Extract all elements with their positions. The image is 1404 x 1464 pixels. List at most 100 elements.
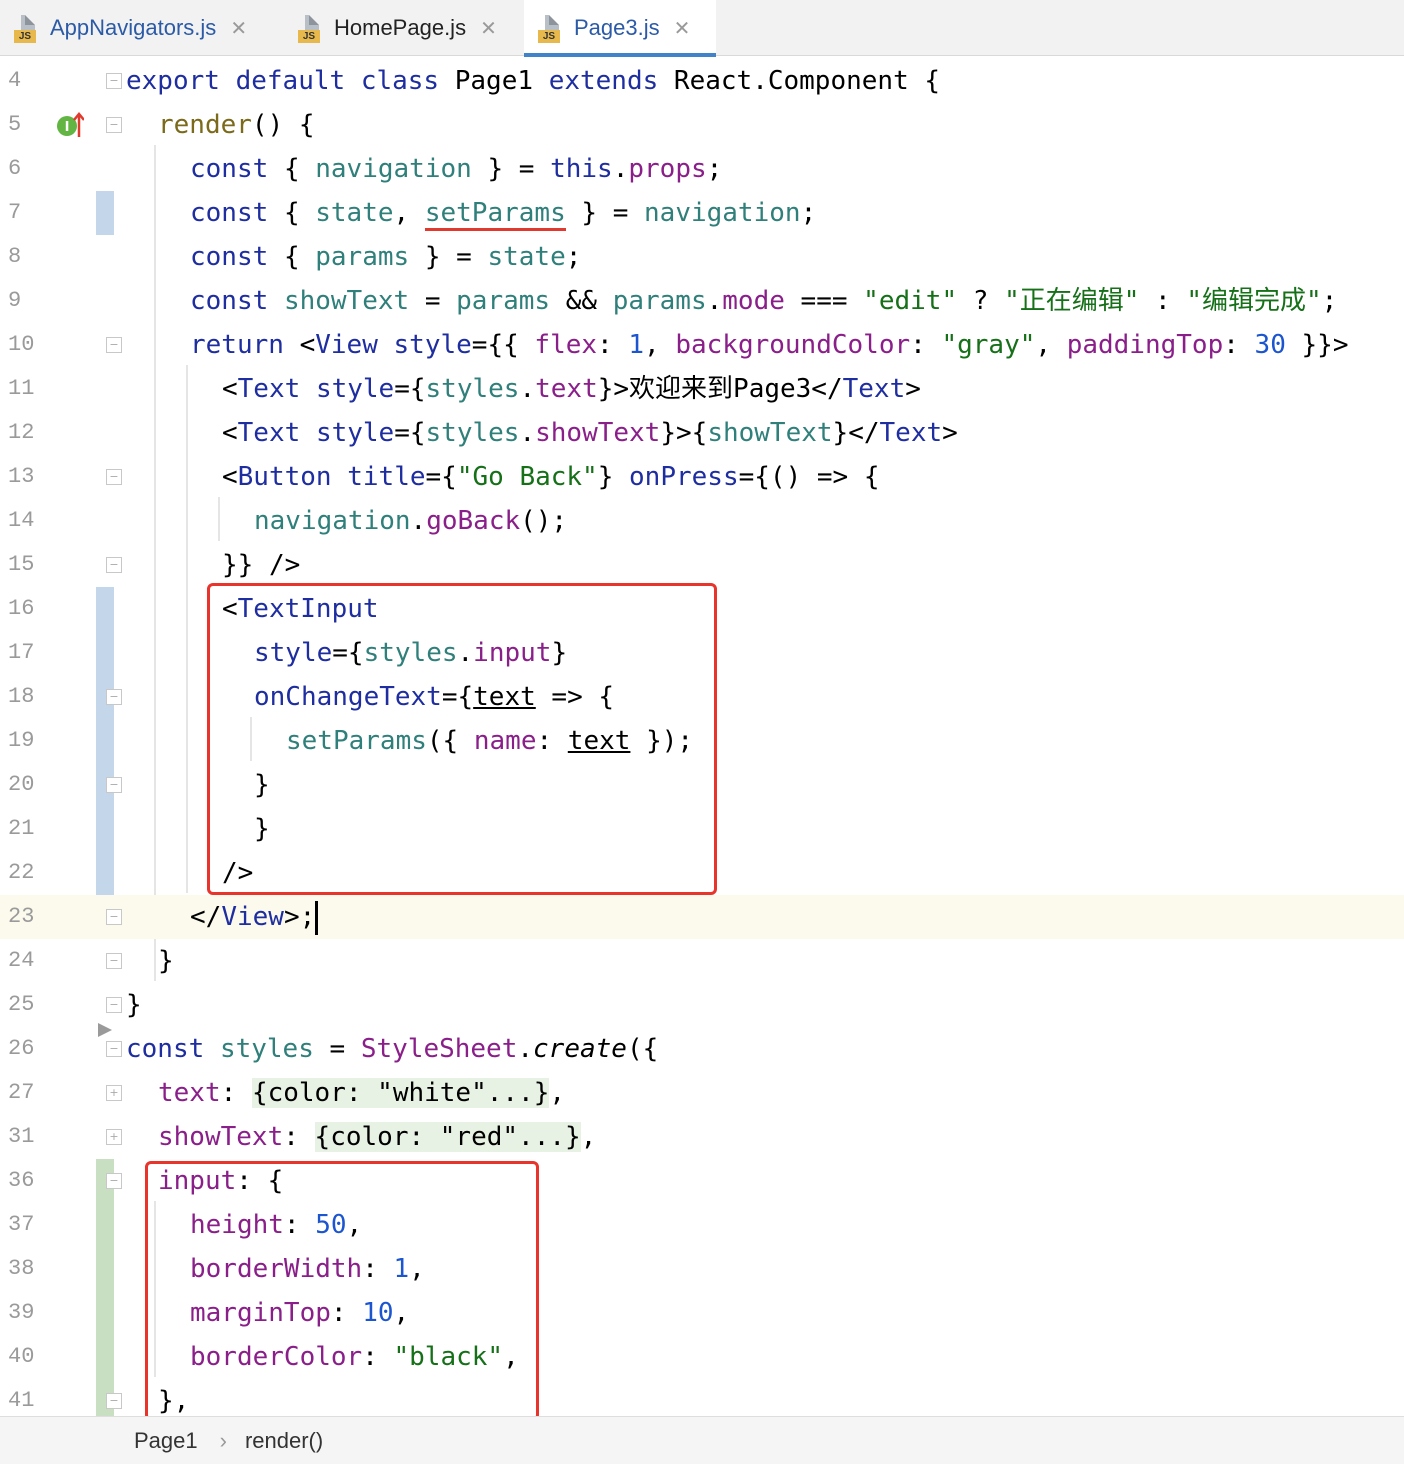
code-text: const { params } = state; — [190, 242, 582, 272]
tab-label: HomePage.js — [334, 15, 467, 40]
code-text: const { state, setParams } = navigation; — [190, 191, 816, 235]
code-text: /> — [222, 858, 254, 888]
line-number: 13 — [8, 464, 35, 489]
fold-icon[interactable]: − — [106, 73, 122, 89]
added-marker[interactable] — [96, 1335, 114, 1379]
fold-icon[interactable]: − — [106, 689, 122, 705]
modified-marker[interactable] — [96, 851, 114, 895]
code-text: showText: {color: "red"...}, — [158, 1122, 597, 1152]
code-text: const showText = params && params.mode =… — [190, 286, 1338, 316]
line-number: 22 — [8, 860, 35, 885]
code-line: 12 <Text style={styles.showText}>{showTe… — [0, 411, 1404, 455]
line-number: 19 — [8, 728, 35, 753]
code-line: 14 navigation.goBack(); — [0, 499, 1404, 543]
folded-region[interactable]: {color: "white"...} — [251, 1078, 550, 1108]
line-number: 27 — [8, 1080, 35, 1105]
code-line: 36 − input: { — [0, 1159, 1404, 1203]
line-number: 36 — [8, 1168, 35, 1193]
close-icon[interactable]: ✕ — [674, 16, 691, 41]
tab-label: Page3.js — [574, 15, 660, 40]
chevron-right-icon: › — [219, 1427, 227, 1453]
folded-region[interactable]: {color: "red"...} — [314, 1122, 581, 1152]
line-number: 37 — [8, 1212, 35, 1237]
tab-page3[interactable]: JS Page3.js ✕ — [524, 0, 716, 57]
code-text: } — [254, 770, 270, 800]
line-number: 39 — [8, 1300, 35, 1325]
code-text: input: { — [158, 1166, 284, 1196]
fold-end-icon[interactable]: − — [106, 777, 122, 793]
code-text: <Text style={styles.showText}>{showText}… — [222, 418, 958, 448]
code-line: 16 <TextInput — [0, 587, 1404, 631]
code-text: const styles = StyleSheet.create({ — [126, 1034, 659, 1064]
code-line: 38 borderWidth: 1, — [0, 1247, 1404, 1291]
code-text: export default class Page1 extends React… — [126, 66, 941, 96]
editor-tab-bar: JS AppNavigators.js ✕ JS HomePage.js ✕ J… — [0, 0, 1404, 57]
line-number: 14 — [8, 508, 35, 533]
line-number: 15 — [8, 552, 35, 577]
implements-method-icon[interactable]: I — [56, 111, 84, 139]
code-line: 20 − } — [0, 763, 1404, 807]
modified-marker[interactable] — [96, 631, 114, 675]
line-number: 5 — [8, 112, 22, 137]
modified-marker[interactable] — [96, 587, 114, 631]
line-number: 38 — [8, 1256, 35, 1281]
code-line: 18 − onChangeText={text => { — [0, 675, 1404, 719]
code-line: 4 − export default class Page1 extends R… — [0, 59, 1404, 103]
code-text: setParams({ name: text }); — [286, 726, 694, 756]
code-line: 8 const { params } = state; — [0, 235, 1404, 279]
code-text: borderWidth: 1, — [190, 1254, 425, 1284]
js-file-icon: JS — [538, 13, 564, 43]
code-line: 6 const { navigation } = this.props; — [0, 147, 1404, 191]
tab-label: AppNavigators.js — [50, 15, 217, 40]
tab-appnavigators[interactable]: JS AppNavigators.js ✕ — [14, 0, 290, 56]
code-line: 9 const showText = params && params.mode… — [0, 279, 1404, 323]
fold-end-icon[interactable]: − — [106, 909, 122, 925]
fold-icon[interactable]: − — [106, 1173, 122, 1189]
code-text: } — [158, 946, 174, 976]
code-line: 13 − <Button title={"Go Back"} onPress={… — [0, 455, 1404, 499]
added-marker[interactable] — [96, 1203, 114, 1247]
expand-icon[interactable]: + — [106, 1129, 122, 1145]
fold-end-icon[interactable]: − — [106, 953, 122, 969]
line-number: 21 — [8, 816, 35, 841]
code-text: const { navigation } = this.props; — [190, 154, 723, 184]
modified-marker[interactable] — [96, 191, 114, 235]
modified-marker[interactable] — [96, 807, 114, 851]
code-text: marginTop: 10, — [190, 1298, 410, 1328]
close-icon[interactable]: ✕ — [480, 16, 497, 41]
code-line: 26 − const styles = StyleSheet.create({ — [0, 1023, 1404, 1071]
close-icon[interactable]: ✕ — [230, 16, 247, 41]
text-cursor — [315, 900, 319, 935]
js-file-icon: JS — [14, 13, 40, 43]
line-number: 9 — [8, 288, 22, 313]
fold-end-icon[interactable]: − — [106, 997, 122, 1013]
line-number: 25 — [8, 992, 35, 1017]
line-number: 7 — [8, 200, 22, 225]
collapse-arrow-icon[interactable] — [96, 1021, 114, 1039]
breadcrumb-item-render[interactable]: render() — [245, 1428, 323, 1454]
fold-icon[interactable]: − — [106, 1041, 122, 1057]
code-text: render() { — [158, 110, 315, 140]
code-text: return <View style={{ flex: 1, backgroun… — [190, 330, 1349, 360]
code-editor[interactable]: 4 − export default class Page1 extends R… — [0, 57, 1404, 1423]
line-number: 17 — [8, 640, 35, 665]
fold-end-icon[interactable]: − — [106, 1393, 122, 1409]
breadcrumb-item-page1[interactable]: Page1 — [134, 1428, 198, 1454]
code-text: </View>; — [190, 895, 319, 939]
code-text: }} /> — [222, 550, 301, 580]
fold-icon[interactable]: − — [106, 117, 122, 133]
modified-marker[interactable] — [96, 719, 114, 763]
added-marker[interactable] — [96, 1247, 114, 1291]
fold-icon[interactable]: − — [106, 337, 122, 353]
expand-icon[interactable]: + — [106, 1085, 122, 1101]
tab-homepage[interactable]: JS HomePage.js ✕ — [298, 0, 520, 56]
fold-icon[interactable]: − — [106, 469, 122, 485]
line-number: 23 — [8, 904, 35, 929]
code-line: 15 − }} /> — [0, 543, 1404, 587]
code-line: 17 style={styles.input} — [0, 631, 1404, 675]
code-line: 25 − } — [0, 983, 1404, 1027]
breadcrumb: Page1 › render() — [0, 1416, 1404, 1464]
added-marker[interactable] — [96, 1291, 114, 1335]
line-number: 24 — [8, 948, 35, 973]
fold-end-icon[interactable]: − — [106, 557, 122, 573]
